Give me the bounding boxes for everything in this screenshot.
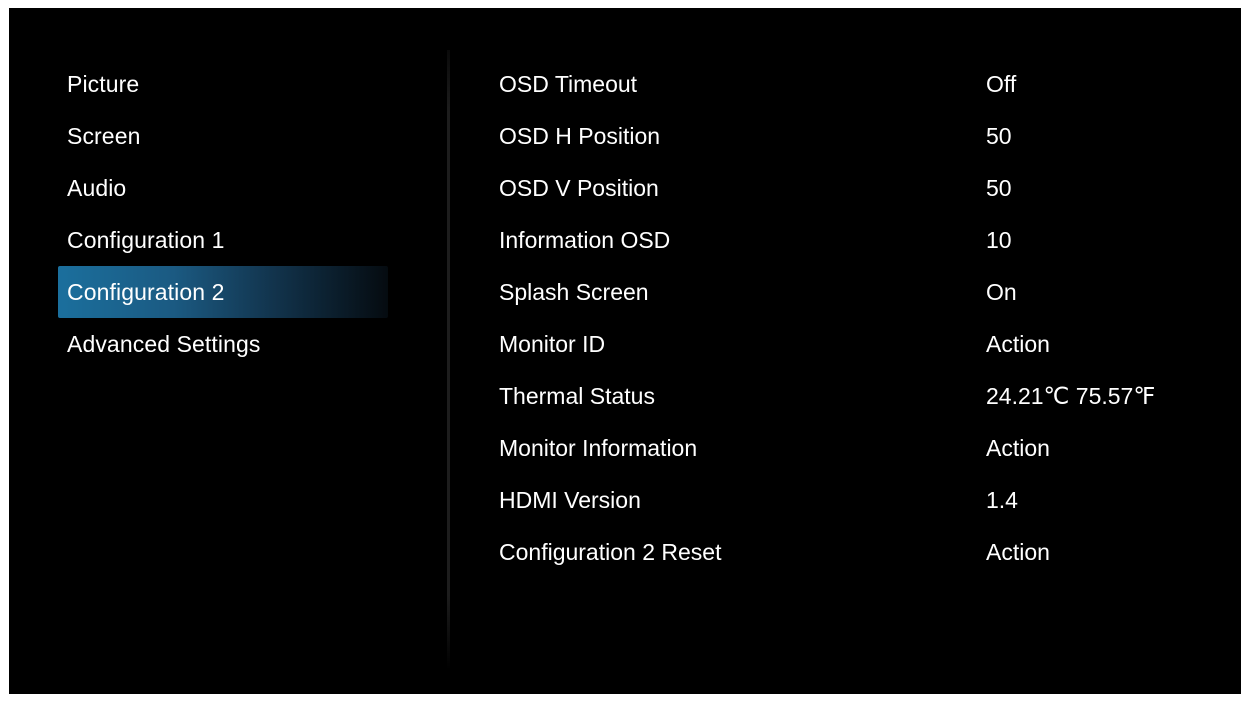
setting-information-osd[interactable]: Information OSD 10 — [499, 214, 1219, 266]
menu-item-label: Audio — [67, 174, 127, 201]
setting-value: 10 — [986, 226, 1012, 253]
menu-item-label: Advanced Settings — [67, 330, 261, 357]
setting-value: Off — [986, 70, 1017, 97]
setting-osd-h-position[interactable]: OSD H Position 50 — [499, 110, 1219, 162]
setting-value: Action — [986, 538, 1050, 565]
setting-label: Configuration 2 Reset — [499, 538, 722, 565]
osd-screen: Picture Screen Audio Configuration 1 Con… — [9, 8, 1241, 694]
setting-label: OSD H Position — [499, 122, 661, 149]
setting-value: 24.21℃ 75.57℉ — [986, 382, 1156, 409]
setting-thermal-status[interactable]: Thermal Status 24.21℃ 75.57℉ — [499, 370, 1219, 422]
menu-item-screen[interactable]: Screen — [58, 110, 388, 162]
setting-value: Action — [986, 434, 1050, 461]
menu-item-advanced-settings[interactable]: Advanced Settings — [58, 318, 388, 370]
menu-item-configuration-2[interactable]: Configuration 2 — [58, 266, 388, 318]
setting-label: OSD V Position — [499, 174, 659, 201]
menu-item-label: Picture — [67, 70, 140, 97]
menu-item-configuration-1[interactable]: Configuration 1 — [58, 214, 388, 266]
setting-label: Information OSD — [499, 226, 671, 253]
setting-monitor-information[interactable]: Monitor Information Action — [499, 422, 1219, 474]
setting-value: Action — [986, 330, 1050, 357]
setting-value: 50 — [986, 122, 1012, 149]
menu-item-label: Configuration 2 — [67, 278, 225, 305]
setting-osd-timeout[interactable]: OSD Timeout Off — [499, 58, 1219, 110]
setting-configuration-2-reset[interactable]: Configuration 2 Reset Action — [499, 526, 1219, 578]
setting-monitor-id[interactable]: Monitor ID Action — [499, 318, 1219, 370]
menu-item-label: Screen — [67, 122, 141, 149]
setting-label: HDMI Version — [499, 486, 641, 513]
menu-item-picture[interactable]: Picture — [58, 58, 388, 110]
setting-splash-screen[interactable]: Splash Screen On — [499, 266, 1219, 318]
menu-item-audio[interactable]: Audio — [58, 162, 388, 214]
setting-hdmi-version[interactable]: HDMI Version 1.4 — [499, 474, 1219, 526]
menu-item-label: Configuration 1 — [67, 226, 225, 253]
setting-osd-v-position[interactable]: OSD V Position 50 — [499, 162, 1219, 214]
setting-label: Monitor Information — [499, 434, 698, 461]
setting-label: OSD Timeout — [499, 70, 638, 97]
setting-value: 50 — [986, 174, 1012, 201]
setting-value: On — [986, 278, 1017, 305]
settings-list: OSD Timeout Off OSD H Position 50 OSD V … — [499, 58, 1219, 578]
category-menu: Picture Screen Audio Configuration 1 Con… — [58, 58, 388, 370]
setting-value: 1.4 — [986, 486, 1018, 513]
setting-label: Thermal Status — [499, 382, 655, 409]
setting-label: Monitor ID — [499, 330, 606, 357]
setting-label: Splash Screen — [499, 278, 649, 305]
menu-divider — [447, 50, 450, 670]
